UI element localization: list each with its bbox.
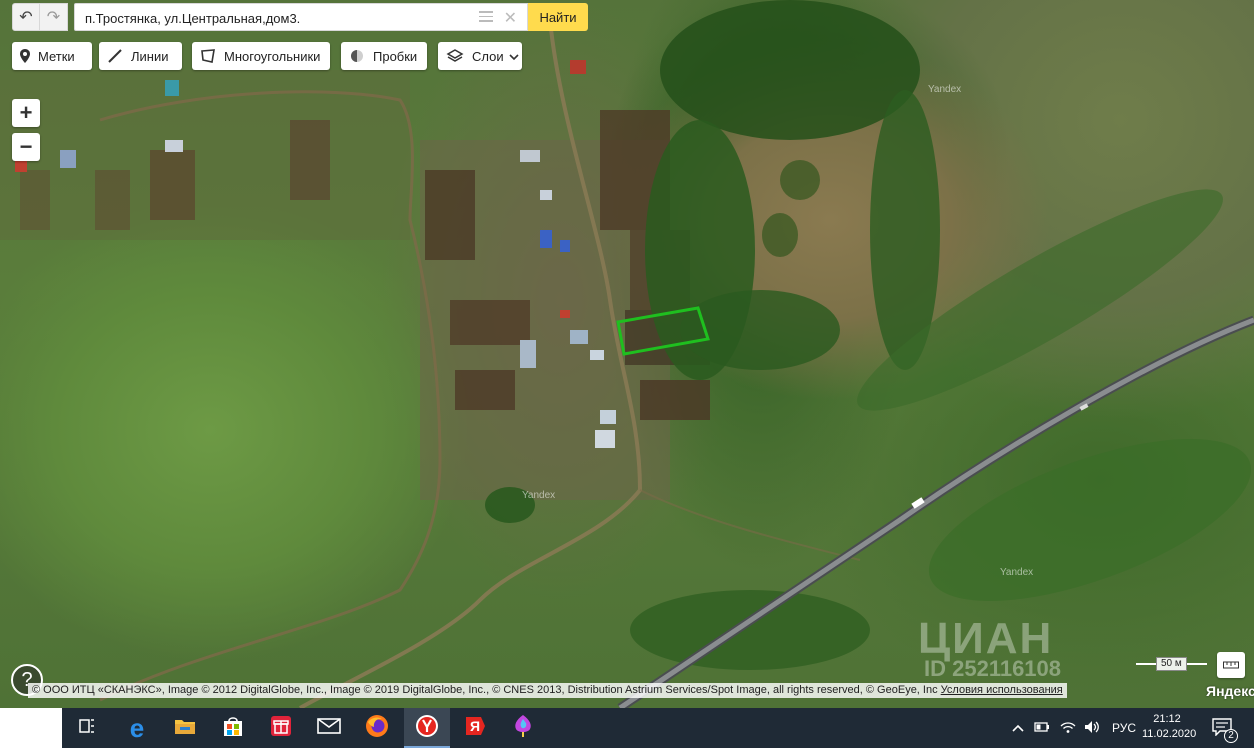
polygons-label: Многоугольники [224,48,321,64]
scale-label: 50 м [1156,657,1187,671]
notification-count: 2 [1224,728,1238,743]
windows-taskbar: e Я РУС 21:12 11.02.2020 2 [0,708,1254,748]
undo-button[interactable]: ↶ [12,3,40,31]
layers-icon [446,48,464,64]
ruler-icon [1223,656,1239,674]
marks-label: Метки [38,48,75,64]
cian-listing-id: ID 252116108 [924,656,1062,681]
yandex-logo[interactable]: Яндекс [1206,683,1254,699]
marks-button[interactable]: Метки [12,42,92,70]
list-icon[interactable] [479,11,493,23]
file-explorer-icon [174,717,196,740]
map-watermark: Yandex [928,84,962,95]
chevron-down-icon [509,49,519,64]
terms-link[interactable]: Условия использования [941,684,1063,696]
clock-date: 11.02.2020 [1142,728,1197,740]
copyright-text: © ООО ИТЦ «СКАНЭКС», Image © 2012 Digita… [32,684,938,696]
svg-text:Я: Я [470,718,480,734]
gift-button[interactable] [258,708,304,748]
ruler-button[interactable] [1217,652,1245,678]
mail-button[interactable] [306,708,352,748]
layers-button[interactable]: Слои [438,42,522,70]
search-bar: ↶ ↷ ✕ Найти [12,3,588,32]
undo-icon: ↶ [19,9,33,26]
zoom-in-button[interactable]: + [12,99,40,127]
yandex-browser-icon [415,714,439,743]
yandex-browser-button[interactable] [404,708,450,748]
plus-icon: + [19,100,33,125]
map-view[interactable]: Yandex Yandex Yandex ЦИАН ID 252116108 [0,0,1254,708]
file-explorer-button[interactable] [162,708,208,748]
map-scale: 50 м [1136,657,1207,671]
task-view-button[interactable] [64,708,110,748]
clock-time: 21:12 [1153,713,1181,725]
firefox-button[interactable] [354,708,400,748]
satellite-imagery [0,0,1254,708]
paint-button[interactable] [500,708,546,748]
map-copyright: © ООО ИТЦ «СКАНЭКС», Image © 2012 Digita… [28,683,1067,698]
yandex-button[interactable]: Я [452,708,498,748]
redo-button[interactable]: ↷ [40,3,68,31]
polygon-icon [200,48,216,64]
redo-icon: ↷ [46,9,61,26]
traffic-icon [349,48,365,64]
firefox-icon [365,714,389,743]
store-button[interactable] [210,708,256,748]
lines-label: Линии [131,48,169,64]
volume-icon[interactable] [1084,720,1100,737]
chevron-up-icon[interactable] [1012,721,1024,735]
input-language[interactable]: РУС [1112,721,1136,735]
edge-icon: e [129,712,145,743]
notification-icon: 2 [1212,717,1238,743]
store-icon [222,715,244,742]
traffic-button[interactable]: Пробки [341,42,427,70]
zoom-out-button[interactable]: − [12,133,40,161]
layers-label: Слои [472,48,504,64]
search-input[interactable] [83,4,467,32]
mail-icon [317,717,341,739]
minus-icon: − [19,134,33,159]
traffic-label: Пробки [373,48,418,64]
notification-center-button[interactable]: 2 [1212,708,1238,748]
edge-button[interactable]: e [114,708,160,748]
paint-icon [512,714,534,743]
gift-icon [270,715,292,742]
battery-icon[interactable] [1034,721,1050,735]
system-tray: РУС [1012,708,1136,748]
lines-button[interactable]: Линии [99,42,182,70]
task-view-icon [79,718,95,738]
search-area[interactable] [0,708,62,748]
map-watermark: Yandex [522,490,556,501]
wifi-icon[interactable] [1060,720,1076,737]
clock[interactable]: 21:12 11.02.2020 [1142,712,1197,742]
close-icon[interactable]: ✕ [504,8,517,28]
find-button[interactable]: Найти [528,3,588,31]
map-watermark: Yandex [1000,567,1034,578]
yandex-icon: Я [463,714,487,743]
pin-icon [20,49,30,63]
line-icon [107,48,123,64]
search-box: ✕ [74,3,528,32]
polygons-button[interactable]: Многоугольники [192,42,330,70]
